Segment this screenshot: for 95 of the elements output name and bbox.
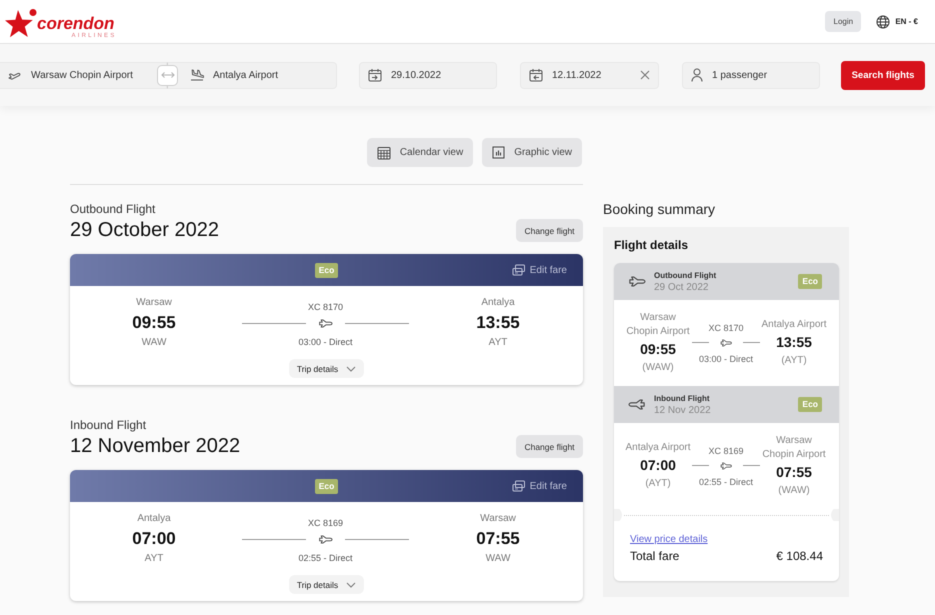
airport-code: AYT (144, 552, 164, 566)
departure-time: 07:00 (132, 529, 176, 549)
destination-field[interactable]: Antalya Airport (167, 62, 337, 88)
airport-code: (WAW) (642, 361, 674, 375)
plane-icon (628, 276, 646, 287)
login-button[interactable]: Login (825, 11, 862, 32)
flight-number: XC 8170 (308, 301, 344, 314)
airport-code: WAW (486, 552, 510, 566)
calendar-view-button[interactable]: Calendar view (366, 138, 474, 167)
calendar-icon (376, 146, 391, 160)
fare-class-badge: Eco (798, 397, 822, 412)
fare-class-badge: Eco (798, 274, 822, 289)
city-name: Antalya (137, 512, 171, 526)
airport-code: AYT (488, 336, 508, 350)
fare-class-badge: Eco (314, 478, 338, 494)
chevron-down-icon (346, 366, 356, 372)
bar-chart-icon (492, 146, 506, 159)
flight-number: XC 8169 (308, 517, 344, 530)
flight-number: XC 8169 (708, 444, 744, 456)
flight-details-title: Flight details (614, 237, 690, 253)
departure-date-field[interactable]: 29.10.2022 (359, 62, 497, 88)
airport-name: Antalya Airport (761, 318, 827, 332)
globe-icon (876, 14, 890, 28)
plane-icon (628, 399, 646, 410)
fare-class-badge: Eco (314, 262, 338, 278)
flight-date: 12 November 2022 (70, 434, 240, 459)
route-line (345, 538, 409, 540)
route-line (743, 465, 760, 466)
booking-summary-title: Booking summary (603, 200, 716, 218)
city-name: Antalya (481, 296, 515, 310)
city-name: Warsaw (480, 512, 516, 526)
return-date-field[interactable]: 12.11.2022 (520, 62, 659, 88)
trip-details-button[interactable]: Trip details (289, 359, 364, 378)
flight-direction-label: Inbound Flight (70, 417, 148, 433)
flight-duration: 02:55 - Direct (298, 552, 353, 564)
change-flight-button[interactable]: Change flight (516, 219, 583, 242)
flight-duration: 03:00 - Direct (698, 352, 754, 364)
trip-details-button[interactable]: Trip details (289, 575, 364, 594)
chevron-down-icon (346, 582, 356, 588)
airport-code: WAW (142, 336, 166, 350)
ticket-icon (512, 480, 525, 492)
arrival-time: 07:55 (776, 463, 812, 481)
calendar-icon (368, 68, 382, 82)
route-line (242, 538, 306, 540)
city-name: Warsaw (136, 296, 172, 310)
edit-fare-button[interactable]: Edit fare (512, 264, 567, 276)
search-flights-button[interactable]: Search flights (841, 60, 925, 90)
airport-code: (AYT) (645, 477, 671, 491)
airport-code: (WAW) (778, 484, 810, 498)
flight-direction-label: Outbound Flight (70, 201, 156, 217)
person-icon (691, 68, 703, 82)
route-line (242, 322, 306, 324)
passenger-field[interactable]: 1 passenger (682, 62, 820, 88)
arrival-time: 13:55 (476, 313, 520, 333)
plane-icon (720, 338, 732, 346)
airport-name: Warsaw Chopin Airport (761, 434, 827, 462)
airport-code: (AYT) (781, 354, 807, 368)
landing-plane-icon (190, 69, 204, 81)
route-line (743, 342, 760, 343)
swap-button[interactable] (157, 64, 178, 86)
departure-time: 09:55 (640, 340, 676, 358)
plane-icon (720, 462, 732, 470)
close-icon[interactable] (640, 70, 650, 80)
leg-date: 12 Nov 2022 (654, 404, 711, 416)
logo-wordmark: corendon (37, 14, 114, 32)
flight-duration: 02:55 - Direct (698, 476, 754, 488)
arrival-time: 13:55 (776, 333, 812, 351)
origin-field[interactable]: Warsaw Chopin Airport (0, 62, 167, 88)
calendar-icon (529, 68, 543, 82)
airport-name: Warsaw Chopin Airport (625, 311, 691, 339)
departure-time: 09:55 (132, 313, 176, 333)
flight-duration: 03:00 - Direct (298, 336, 353, 348)
flight-date: 29 October 2022 (70, 218, 219, 243)
airport-name: Antalya Airport (625, 441, 691, 455)
arrival-time: 07:55 (476, 529, 520, 549)
view-price-details-link[interactable]: View price details (630, 533, 708, 547)
plane-icon (318, 534, 333, 544)
plane-icon (318, 318, 333, 328)
leg-date: 29 Oct 2022 (654, 280, 710, 294)
leg-label: Inbound Flight (654, 392, 711, 404)
flight-number: XC 8170 (708, 322, 744, 334)
total-fare-amount: € 108.44 (776, 548, 823, 564)
change-flight-button[interactable]: Change flight (516, 435, 583, 458)
route-line (692, 465, 709, 466)
route-line (692, 342, 709, 343)
total-fare-label: Total fare (630, 548, 680, 564)
graphic-view-button[interactable]: Graphic view (482, 138, 582, 167)
ticket-icon (512, 264, 525, 276)
swap-arrows-icon (160, 71, 174, 79)
leg-label: Outbound Flight (654, 270, 716, 280)
star-icon (5, 6, 37, 38)
edit-fare-button[interactable]: Edit fare (512, 480, 567, 492)
language-selector[interactable]: EN - € (876, 14, 918, 28)
route-line (345, 322, 409, 324)
departure-time: 07:00 (640, 456, 676, 474)
